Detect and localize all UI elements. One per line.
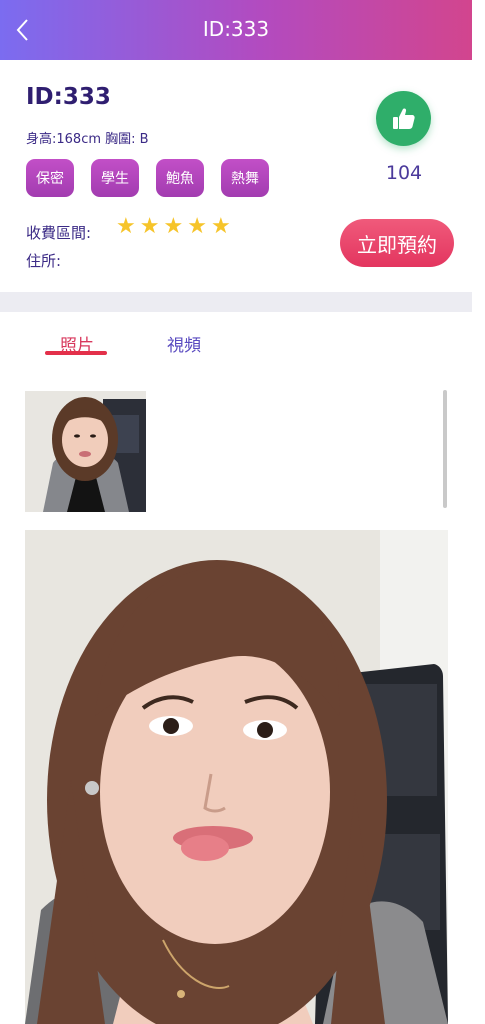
profile-stats: 身高:168cm 胸圍: B	[26, 132, 149, 147]
tab-videos[interactable]: 視頻	[167, 331, 201, 356]
tag-list: 保密 學生 鮑魚 熱舞	[26, 159, 269, 197]
tab-bar: 照片 視頻	[0, 312, 472, 374]
side-strip	[472, 0, 485, 1024]
star-icon: ★	[187, 214, 207, 239]
star-icon: ★	[139, 214, 160, 239]
thumbs-up-icon	[392, 107, 415, 129]
book-now-button[interactable]: 立即預約	[340, 219, 454, 267]
scrollbar-thumb[interactable]	[443, 390, 447, 508]
tag-badge[interactable]: 熱舞	[221, 159, 269, 197]
page-title: ID:333	[202, 17, 270, 41]
tag-badge[interactable]: 保密	[26, 159, 74, 197]
tag-badge[interactable]: 學生	[91, 159, 139, 197]
rating-stars: ★ ★ ★ ★ ★	[116, 216, 231, 238]
photo-thumbnail[interactable]	[25, 391, 146, 512]
main-photo[interactable]	[25, 530, 448, 1024]
star-icon: ★	[116, 214, 136, 239]
address-label: 住所:	[26, 252, 62, 270]
fee-label: 收費區間:	[26, 224, 92, 242]
header-bar: ID:333	[0, 0, 472, 60]
like-count: 104	[385, 162, 423, 184]
profile-id: ID:333	[26, 84, 111, 110]
like-button[interactable]	[376, 91, 431, 146]
section-divider	[0, 292, 472, 312]
star-icon: ★	[210, 214, 231, 239]
active-tab-indicator	[45, 351, 107, 355]
star-icon: ★	[163, 214, 184, 239]
tag-badge[interactable]: 鮑魚	[156, 159, 204, 197]
